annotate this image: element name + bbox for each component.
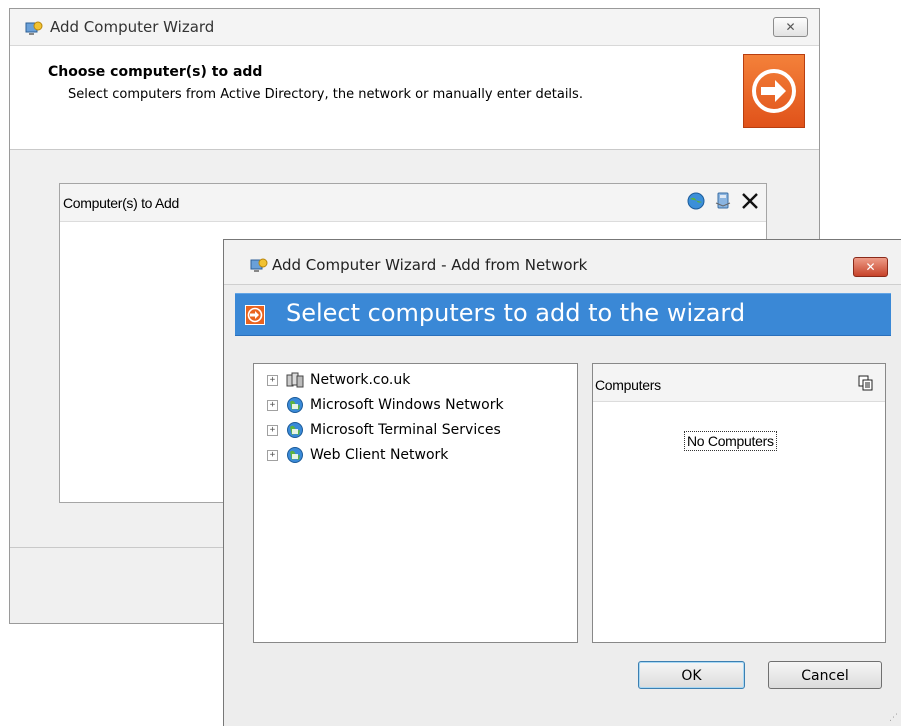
wizard-arrow-logo-icon [743,54,805,128]
tree-node-network-co-uk[interactable]: + Network.co.uk [267,370,410,390]
tree-node-label: Microsoft Windows Network [310,397,504,413]
computers-panel: Computers No Computers [592,363,886,643]
window-title: Add Computer Wizard [50,18,215,36]
close-button[interactable]: ✕ [773,17,808,37]
title-bar: Add Computer Wizard ✕ [10,9,819,46]
tree-node-label: Web Client Network [310,447,449,463]
copy-icon[interactable] [858,375,874,395]
computers-panel-header: Computers [593,364,885,402]
dialog-banner: Select computers to add to the wizard [235,293,891,336]
globe-icon[interactable] [686,191,706,211]
expand-icon[interactable]: + [267,424,278,436]
domain-icon [286,371,304,389]
network-globe-icon [286,446,304,464]
tree-node-label: Network.co.uk [310,372,411,388]
computer-icon[interactable] [713,191,733,211]
expand-icon[interactable]: + [267,374,278,386]
cancel-button[interactable]: Cancel [768,661,882,689]
close-icon[interactable] [740,191,760,211]
empty-state-label: No Computers [684,431,777,451]
wizard-header: Choose computer(s) to add Select compute… [10,46,819,150]
dialog-title: Add Computer Wizard - Add from Network [272,256,588,274]
wizard-app-icon [24,20,44,42]
panel-toolbar [686,191,760,211]
tree-node-microsoft-windows-network[interactable]: + Microsoft Windows Network [267,395,504,415]
panel-title: Computer(s) to Add [63,195,179,211]
add-from-network-dialog: Add Computer Wizard - Add from Network ✕… [223,239,901,726]
resize-grip-icon[interactable]: ⋰ [889,713,898,723]
network-globe-icon [286,396,304,414]
ok-button[interactable]: OK [638,661,745,689]
tree-node-web-client-network[interactable]: + Web Client Network [267,445,448,465]
panel-header: Computer(s) to Add [60,184,766,222]
wizard-app-icon [249,257,269,279]
step-title: Choose computer(s) to add [48,64,263,80]
network-tree[interactable]: + Network.co.uk + Microsoft Windows Netw… [253,363,578,643]
wizard-arrow-icon [245,305,265,329]
step-subtitle: Select computers from Active Directory, … [68,87,583,102]
expand-icon[interactable]: + [267,449,278,461]
tree-node-microsoft-terminal-services[interactable]: + Microsoft Terminal Services [267,420,501,440]
expand-icon[interactable]: + [267,399,278,411]
title-bar: Add Computer Wizard - Add from Network ✕ [224,240,901,285]
banner-title: Select computers to add to the wizard [286,299,746,327]
close-button[interactable]: ✕ [853,257,888,277]
network-globe-icon [286,421,304,439]
tree-node-label: Microsoft Terminal Services [310,422,501,438]
computers-panel-title: Computers [595,377,661,393]
